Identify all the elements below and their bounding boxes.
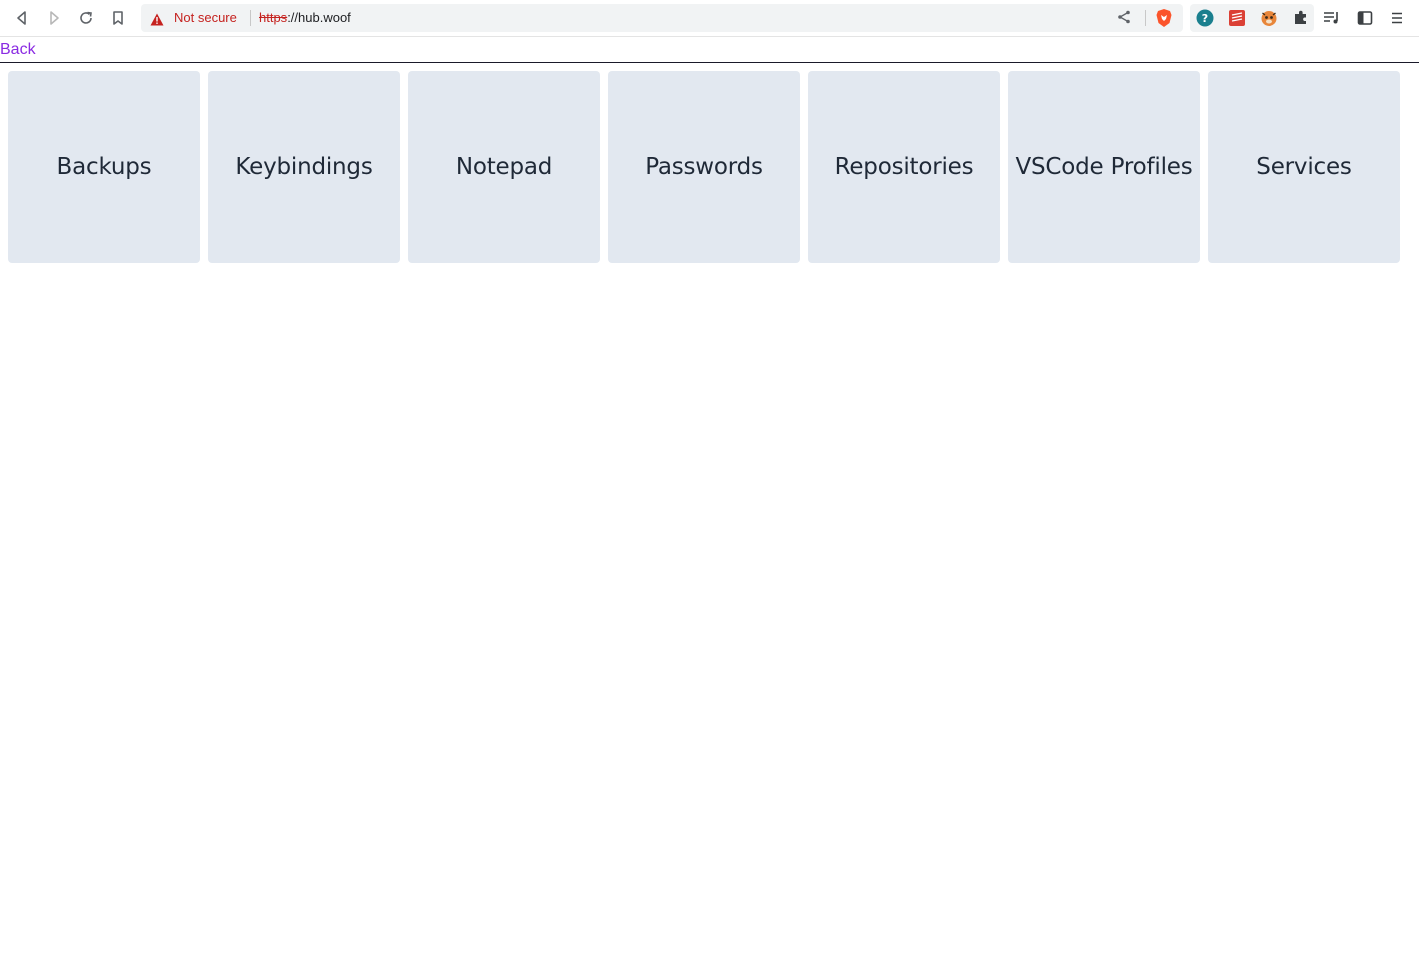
sidebar-icon[interactable] [1353,6,1377,30]
back-link[interactable]: Back [0,41,36,59]
back-arrow-icon[interactable] [10,6,34,30]
tile-keybindings[interactable]: Keybindings [208,71,400,263]
tile-grid: Backups Keybindings Notepad Passwords Re… [8,71,1400,263]
tile-label: VSCode Profiles [1015,154,1193,180]
url-scheme: https [259,10,288,25]
tile-vscode-profiles[interactable]: VSCode Profiles [1008,71,1200,263]
extensions-group: ? [1190,4,1314,32]
tiger-extension-icon[interactable] [1260,9,1278,27]
svg-text:?: ? [1202,12,1208,25]
warning-icon[interactable] [150,11,164,30]
divider [0,62,1419,63]
red-stack-extension-icon[interactable] [1228,9,1246,27]
forward-arrow-icon[interactable] [42,6,66,30]
brave-shield-icon[interactable] [1155,8,1173,32]
tile-label: Services [1256,154,1352,180]
browser-toolbar: Not secure https://hub.woof ? [0,0,1419,37]
tile-label: Backups [56,154,152,180]
url-text[interactable]: https://hub.woof [259,10,351,25]
tile-passwords[interactable]: Passwords [608,71,800,263]
bookmark-icon[interactable] [106,6,130,30]
tile-notepad[interactable]: Notepad [408,71,600,263]
tile-backups[interactable]: Backups [8,71,200,263]
page-content: Back Backups Keybindings Notepad Passwor… [0,38,1419,959]
playlist-icon[interactable] [1320,6,1344,30]
menu-icon[interactable] [1385,6,1409,30]
tile-services[interactable]: Services [1208,71,1400,263]
address-bar[interactable]: Not secure https://hub.woof [141,4,1183,32]
help-circle-extension-icon[interactable]: ? [1196,9,1214,27]
security-status[interactable]: Not secure [174,10,237,25]
reload-icon[interactable] [74,6,98,30]
share-icon[interactable] [1116,9,1132,29]
omnibox-separator [1145,10,1146,26]
puzzle-extensions-icon[interactable] [1292,9,1310,27]
tile-label: Notepad [455,154,553,180]
url-host: ://hub.woof [287,10,351,25]
tile-repositories[interactable]: Repositories [808,71,1000,263]
tile-label: Repositories [834,154,974,180]
tile-label: Keybindings [235,154,373,180]
omnibox-separator [250,10,251,26]
tile-label: Passwords [645,154,763,180]
